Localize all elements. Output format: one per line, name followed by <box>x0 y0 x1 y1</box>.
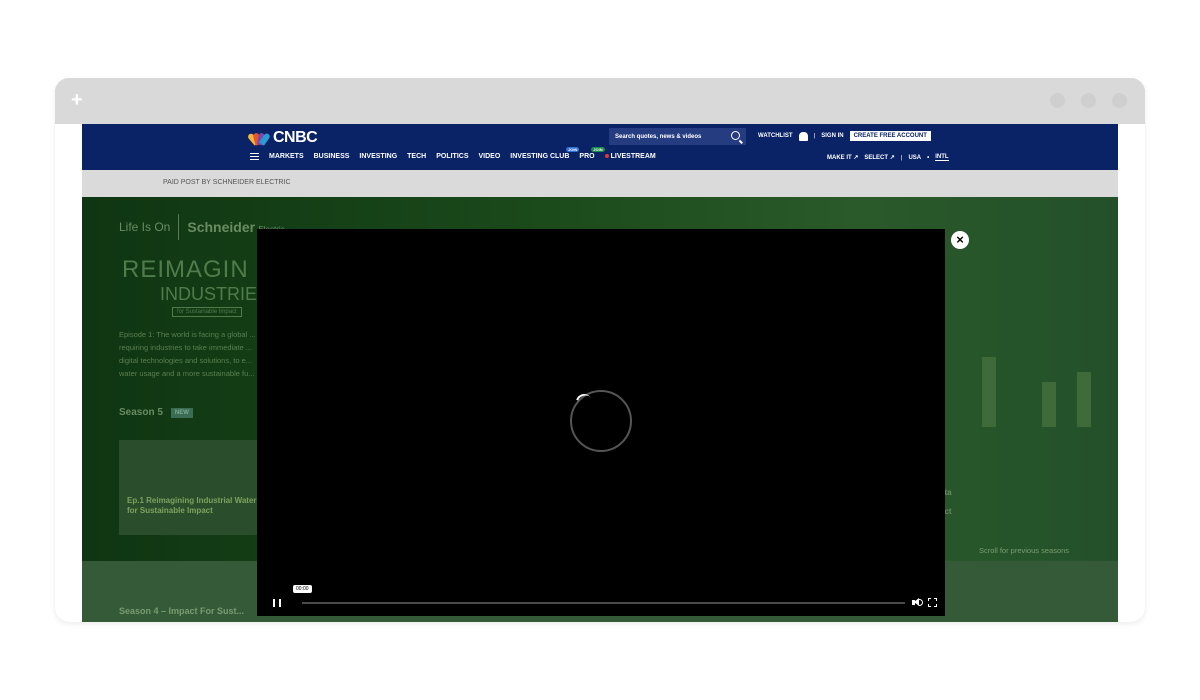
browser-tab-bar: + <box>55 78 1145 124</box>
fullscreen-icon-corner <box>934 604 937 607</box>
window-control-close[interactable] <box>1112 93 1127 108</box>
bell-icon[interactable] <box>798 131 808 141</box>
cnbc-logo[interactable]: CNBC <box>246 129 318 147</box>
live-dot-icon <box>604 154 609 158</box>
nav-video[interactable]: VIDEO <box>479 153 501 160</box>
webpage: CNBC Search quotes, news & videos WATCHL… <box>82 124 1118 622</box>
new-tab-button[interactable]: + <box>71 90 83 110</box>
separator: | <box>813 133 816 139</box>
fullscreen-icon[interactable] <box>928 598 937 607</box>
nav-markets[interactable]: MARKETS <box>269 153 304 160</box>
external-link-icon: ↗ <box>853 155 859 161</box>
brand-name: Schneider <box>187 219 256 235</box>
fullscreen-icon-corner <box>934 598 937 601</box>
peacock-icon <box>246 131 271 146</box>
nav-business[interactable]: BUSINESS <box>314 153 350 160</box>
hamburger-menu-icon[interactable] <box>250 153 259 160</box>
season-5-label: Season 5 <box>119 407 163 418</box>
create-account-button[interactable]: CREATE FREE ACCOUNT <box>849 131 931 141</box>
fullscreen-icon-corner <box>928 598 931 601</box>
make-it-label: MAKE IT <box>827 155 852 161</box>
make-it-link[interactable]: MAKE IT ↗ <box>827 154 858 161</box>
volume-icon[interactable] <box>912 598 923 607</box>
season-4-header: Season 4 – Impact For Sust... <box>119 606 245 616</box>
window-control-maximize[interactable] <box>1081 93 1096 108</box>
new-badge: NEW <box>170 407 193 418</box>
join-badge: JOIN <box>591 147 605 152</box>
sign-in-link[interactable]: SIGN IN <box>821 133 843 139</box>
art-bar <box>1042 382 1056 427</box>
search-icon[interactable] <box>731 131 740 140</box>
browser-viewport: CNBC Search quotes, news & videos WATCHL… <box>55 124 1145 622</box>
nav-tech[interactable]: TECH <box>407 153 426 160</box>
edition-dash: • <box>927 154 930 161</box>
nav-pro[interactable]: PRO JOIN <box>579 147 605 160</box>
close-video-button[interactable]: × <box>951 231 969 249</box>
nav-politics[interactable]: POLITICS <box>436 153 468 160</box>
art-bar <box>1077 372 1091 427</box>
search-input[interactable]: Search quotes, news & videos <box>609 128 746 145</box>
join-badge: JOIN <box>566 147 580 152</box>
site-header: CNBC Search quotes, news & videos WATCHL… <box>82 124 1118 170</box>
hero-title-line1: REIMAGIN <box>122 256 249 283</box>
hero-description: Episode 1: The world is facing a global … <box>119 330 256 378</box>
main-nav: MARKETS BUSINESS INVESTING TECH POLITICS… <box>250 147 656 160</box>
life-is-on-text: Life Is On <box>119 220 171 234</box>
hero-background-art <box>952 307 1112 427</box>
paid-post-label: PAID POST BY SCHNEIDER ELECTRIC <box>163 179 291 186</box>
brand-divider <box>178 214 180 240</box>
episode-title: Ep.1 Reimagining Industrial Water for Su… <box>127 496 257 515</box>
pause-icon[interactable] <box>273 599 281 607</box>
search-placeholder: Search quotes, news & videos <box>615 133 702 140</box>
nav-pro-label: PRO <box>579 153 595 160</box>
external-link-icon: ↗ <box>889 155 895 161</box>
art-bar <box>982 357 996 427</box>
hero-title-line2: INDUSTRIE <box>160 284 258 304</box>
volume-icon-part <box>919 599 923 606</box>
account-links: WATCHLIST | SIGN IN CREATE FREE ACCOUNT <box>758 131 931 141</box>
video-timeline[interactable] <box>302 602 905 604</box>
paid-post-bar: PAID POST BY SCHNEIDER ELECTRIC <box>82 170 1118 197</box>
nav-livestream[interactable]: LIVESTREAM <box>604 153 656 160</box>
separator: | <box>900 154 903 161</box>
browser-window: + CNBC Search quotes, news & videos WATC… <box>55 78 1145 622</box>
select-label: SELECT <box>864 155 889 161</box>
fullscreen-icon-corner <box>928 604 931 607</box>
window-control-minimize[interactable] <box>1050 93 1065 108</box>
watchlist-link[interactable]: WATCHLIST <box>758 133 793 139</box>
window-controls <box>1050 93 1127 108</box>
edition-usa[interactable]: USA <box>908 155 921 161</box>
secondary-nav: MAKE IT ↗ SELECT ↗ | USA • INTL <box>827 154 949 161</box>
loading-spinner-icon <box>570 390 632 452</box>
edition-intl[interactable]: INTL <box>935 154 949 161</box>
nav-investing-club[interactable]: INVESTING CLUB JOIN <box>510 147 580 160</box>
season-5-header: Season 5 NEW <box>119 407 193 418</box>
select-link[interactable]: SELECT ↗ <box>864 154 894 161</box>
nav-livestream-label: LIVESTREAM <box>610 153 656 160</box>
scroll-previous-seasons: Scroll for previous seasons <box>979 546 1070 555</box>
nav-investing[interactable]: INVESTING <box>359 153 397 160</box>
logo-text: CNBC <box>273 129 318 146</box>
nav-investing-club-label: INVESTING CLUB <box>510 153 570 160</box>
episode-card[interactable]: Ep.1 Reimagining Industrial Water for Su… <box>119 440 257 535</box>
time-tooltip: 00:00 <box>293 585 312 593</box>
video-player[interactable]: 00:00 <box>257 229 945 616</box>
hero-title-tag: for Sustainable Impact <box>172 307 242 317</box>
